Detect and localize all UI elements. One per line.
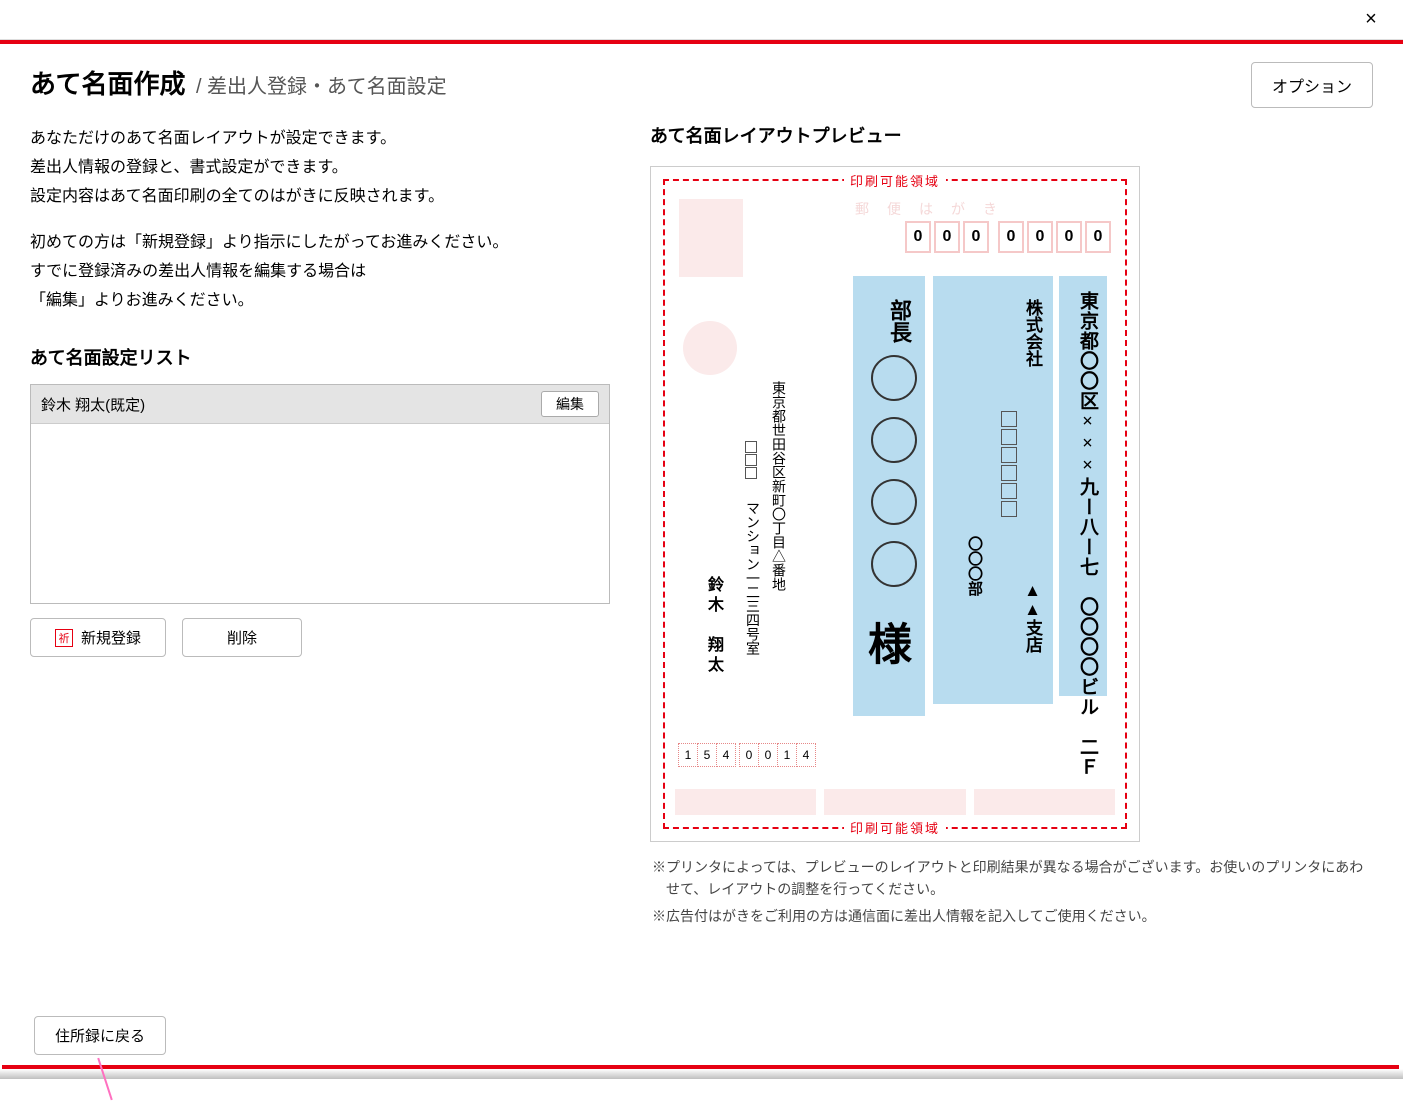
postcard-preview: 印刷可能領域 印刷可能領域 郵便はがき 0 0 0 0 0 0 0 東京都〇〇区… <box>650 166 1140 842</box>
page-subtitle: / 差出人登録・あて名面設定 <box>196 70 447 99</box>
recipient-honorific: 様 <box>853 621 917 665</box>
zip-digit: 0 <box>934 221 960 253</box>
intro-line: 「編集」よりお進みください。 <box>30 287 610 314</box>
zip-digit: 5 <box>697 743 717 767</box>
print-area-label-top: 印刷可能領域 <box>844 171 946 190</box>
delete-button[interactable]: 削除 <box>182 618 302 657</box>
stamp-area <box>679 199 743 277</box>
recipient-company-placeholders <box>1001 411 1017 517</box>
print-area: 印刷可能領域 印刷可能領域 郵便はがき 0 0 0 0 0 0 0 東京都〇〇区… <box>663 179 1127 829</box>
zip-digit: 0 <box>1085 221 1111 253</box>
zip-digit: 0 <box>998 221 1024 253</box>
zip-digit: 0 <box>1056 221 1082 253</box>
edit-button[interactable]: 編集 <box>541 391 599 417</box>
new-register-label: 新規登録 <box>81 627 141 648</box>
zip-digit: 1 <box>678 743 698 767</box>
zip-digit: 1 <box>777 743 797 767</box>
list-item[interactable]: 鈴木 翔太(既定) 編集 <box>31 385 609 424</box>
zip-digit: 0 <box>905 221 931 253</box>
recipient-zipcode: 0 0 0 0 0 0 0 <box>905 221 1111 253</box>
recipient-company: 株式会社 <box>1020 299 1045 367</box>
new-register-button[interactable]: 祈 新規登録 <box>30 618 166 657</box>
list-heading: あて名面設定リスト <box>30 344 610 370</box>
list-item-name: 鈴木 翔太(既定) <box>41 394 145 415</box>
recipient-title: 部長 <box>883 299 915 343</box>
intro-line: すでに登録済みの差出人情報を編集する場合は <box>30 258 610 285</box>
back-to-addressbook-button[interactable]: 住所録に戻る <box>34 1016 166 1055</box>
disclaimer-line: ※広告付はがきをご利用の方は通信面に差出人情報を記入してご使用ください。 <box>652 905 1373 927</box>
sender-building-placeholders <box>745 441 757 479</box>
intro-line: あなただけのあて名面レイアウトが設定できます。 <box>30 125 610 152</box>
zip-digit: 0 <box>758 743 778 767</box>
new-register-icon: 祈 <box>55 629 73 647</box>
disclaimer-text: ※プリンタによっては、プレビューのレイアウトと印刷結果が異なる場合がございます。… <box>650 856 1373 927</box>
zip-digit: 0 <box>1027 221 1053 253</box>
zip-digit: 4 <box>796 743 816 767</box>
close-button[interactable]: × <box>1351 5 1391 35</box>
recipient-name-placeholders <box>871 355 917 587</box>
window-titlebar: × <box>0 0 1403 40</box>
disclaimer-line: ※プリンタによっては、プレビューのレイアウトと印刷結果が異なる場合がございます。… <box>652 856 1373 901</box>
preview-heading: あて名面レイアウトプレビュー <box>650 122 1373 148</box>
intro-text: あなただけのあて名面レイアウトが設定できます。 差出人情報の登録と、書式設定がで… <box>30 125 610 314</box>
zip-digit: 0 <box>963 221 989 253</box>
bottom-decorative-strips <box>675 789 1115 815</box>
intro-line: 差出人情報の登録と、書式設定ができます。 <box>30 154 610 181</box>
zip-digit: 4 <box>716 743 736 767</box>
options-button[interactable]: オプション <box>1251 62 1373 108</box>
sender-address-line1: 東京都世田谷区新町〇丁目△番地 <box>767 381 787 591</box>
sender-address-line2: マンション一二三四号室 <box>741 501 761 655</box>
sender-zipcode: 1 5 4 0 0 1 4 <box>679 743 816 767</box>
postmark-placeholder <box>683 321 737 375</box>
recipient-address-line1: 東京都〇〇区×××九ー八ー七 〇〇〇〇ビル 二Ｆ <box>1074 291 1101 777</box>
window-shadow <box>0 1069 1403 1079</box>
hagaki-watermark: 郵便はがき <box>855 199 1015 219</box>
recipient-department: 〇〇〇部 <box>964 536 985 596</box>
recipient-branch: ▲▲支店 <box>1020 581 1045 653</box>
intro-line: 初めての方は「新規登録」より指示にしたがってお進みください。 <box>30 229 610 256</box>
settings-list[interactable]: 鈴木 翔太(既定) 編集 <box>30 384 610 604</box>
sender-name: 鈴木 翔太 <box>701 576 725 676</box>
delete-label: 削除 <box>227 627 257 648</box>
print-area-label-bottom: 印刷可能領域 <box>844 818 946 837</box>
intro-line: 設定内容はあて名面印刷の全てのはがきに反映されます。 <box>30 183 610 210</box>
page-title: あて名面作成 <box>30 64 185 101</box>
zip-digit: 0 <box>739 743 759 767</box>
